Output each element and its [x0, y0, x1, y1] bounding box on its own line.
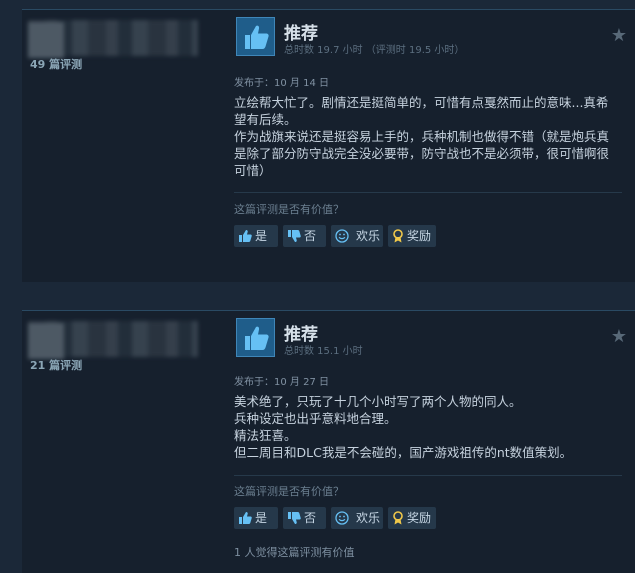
vote-yes-label: 是 [255, 511, 268, 525]
author-review-count[interactable]: 21 篇评测 [30, 357, 82, 373]
author-panel: 21 篇评测 [22, 311, 222, 573]
star-icon[interactable]: ★ [611, 27, 627, 45]
award-label: 奖励 [407, 511, 432, 525]
found-helpful-count: 1 人觉得这篇评测有价值 [234, 546, 355, 559]
thumbs-down-icon [288, 230, 301, 242]
review-line: 美术绝了，只玩了十几个小时写了两个人物的同人。 [234, 394, 522, 409]
vote-funny-button[interactable]: 欢乐 [331, 507, 383, 529]
posted-date: 发布于：10 月 27 日 [234, 377, 329, 388]
vote-funny-label: 欢乐 [356, 511, 381, 525]
recommended-thumb-icon [236, 318, 275, 357]
vote-no-label: 否 [304, 229, 317, 243]
vote-yes-button[interactable]: 是 [234, 507, 278, 529]
smiley-icon [335, 229, 349, 243]
vote-funny-label: 欢乐 [356, 229, 381, 243]
vote-yes-button[interactable]: 是 [234, 225, 278, 247]
award-label: 奖励 [407, 229, 432, 243]
star-icon[interactable]: ★ [611, 328, 627, 346]
blurred-user-info [28, 321, 198, 359]
review-line: 但二周目和DLC我是不会碰的，国产游戏祖传的nt数值策划。 [234, 445, 573, 460]
review-line: 是除了部分防守战完全没必要带，防守战也不是必须带，很可惜啊很 [234, 146, 610, 161]
divider [234, 475, 622, 476]
avatar [28, 22, 64, 58]
review-text: 立绘帮大忙了。剧情还是挺简单的，可惜有点戛然而止的意味...真希 望有后续。 作… [234, 94, 630, 179]
review-line: 作为战旗来说还是挺容易上手的，兵种机制也做得不错（就是炮兵真 [234, 129, 610, 144]
author-panel: 49 篇评测 [22, 10, 222, 282]
vote-no-button[interactable]: 否 [283, 225, 326, 247]
thumbs-up-icon [239, 230, 252, 242]
award-icon [393, 511, 403, 525]
smiley-icon [335, 511, 349, 525]
review-line: 可惜） [234, 163, 272, 178]
review-line: 立绘帮大忙了。剧情还是挺简单的，可惜有点戛然而止的意味...真希 [234, 95, 609, 110]
award-button[interactable]: 奖励 [388, 225, 436, 247]
recommended-thumb-icon [236, 17, 275, 56]
review-card: 49 篇评测 推荐 总时数 19.7 小时 （评测时 19.5 小时） ★ 发布… [22, 9, 635, 282]
review-card: 21 篇评测 推荐 总时数 15.1 小时 ★ 发布于：10 月 27 日 美术… [22, 310, 635, 573]
review-text: 美术绝了，只玩了十几个小时写了两个人物的同人。 兵种设定也出乎意料地合理。 精法… [234, 393, 630, 461]
author-review-count[interactable]: 49 篇评测 [30, 56, 82, 72]
playtime: 总时数 19.7 小时 （评测时 19.5 小时） [284, 45, 465, 56]
helpful-question: 这篇评测是否有价值？ [234, 203, 344, 216]
vote-yes-label: 是 [255, 229, 268, 243]
blurred-user-info [28, 20, 198, 58]
helpful-question: 这篇评测是否有价值？ [234, 485, 344, 498]
review-line: 精法狂喜。 [234, 428, 297, 443]
vote-no-label: 否 [304, 511, 317, 525]
review-line: 望有后续。 [234, 112, 297, 127]
review-line: 兵种设定也出乎意料地合理。 [234, 411, 397, 426]
posted-date: 发布于：10 月 14 日 [234, 78, 329, 89]
playtime: 总时数 15.1 小时 [284, 346, 363, 357]
thumbs-down-icon [288, 512, 301, 524]
thumbs-up-icon [239, 512, 252, 524]
vote-funny-button[interactable]: 欢乐 [331, 225, 383, 247]
avatar [28, 323, 64, 359]
divider [234, 192, 622, 193]
award-button[interactable]: 奖励 [388, 507, 436, 529]
vote-no-button[interactable]: 否 [283, 507, 326, 529]
award-icon [393, 229, 403, 243]
